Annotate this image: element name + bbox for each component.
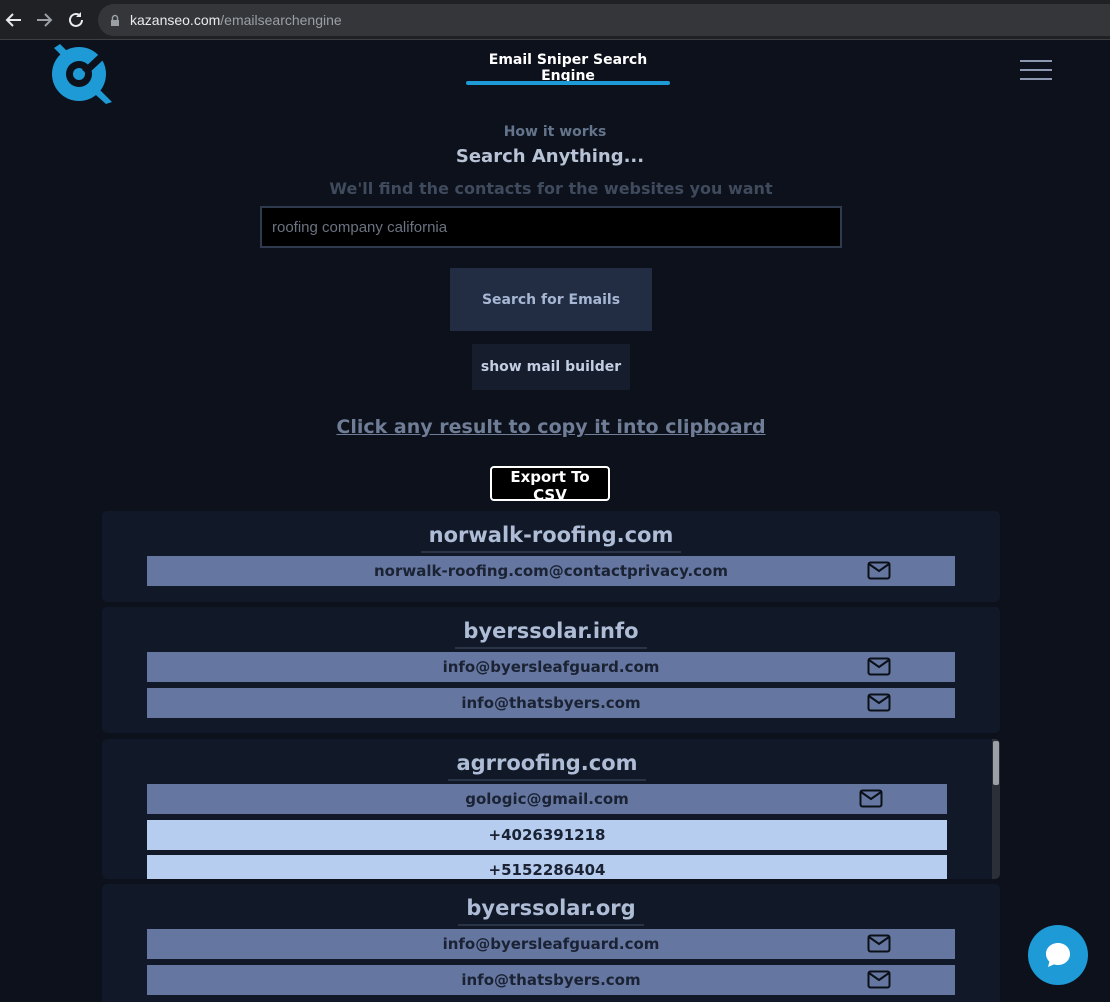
email-value: info@thatsbyers.com: [461, 971, 641, 989]
hamburger-menu-icon[interactable]: [1020, 60, 1054, 82]
email-row[interactable]: info@byersleafguard.com: [147, 652, 955, 682]
result-card: norwalk-roofing.com norwalk-roofing.com@…: [102, 511, 1000, 602]
show-mail-builder-button[interactable]: show mail builder: [472, 344, 630, 390]
phone-row[interactable]: +5152286404: [147, 855, 947, 879]
phone-row[interactable]: +4026391218: [147, 820, 947, 850]
mail-icon[interactable]: [867, 561, 891, 580]
email-row[interactable]: info@byersleafguard.com: [147, 929, 955, 959]
result-domain: norwalk-roofing.com: [420, 523, 682, 553]
email-value: info@thatsbyers.com: [461, 694, 641, 712]
email-value: info@byersleafguard.com: [442, 935, 660, 953]
result-domain: byerssolar.org: [458, 896, 644, 926]
email-row[interactable]: gologic@gmail.com: [147, 784, 947, 814]
phone-value: +4026391218: [488, 826, 606, 844]
search-heading: Search Anything...: [455, 146, 645, 167]
chat-bubble-icon[interactable]: [1028, 925, 1088, 985]
url-path: /emailsearchengine: [220, 12, 342, 28]
mail-icon[interactable]: [859, 789, 883, 808]
search-for-emails-button[interactable]: Search for Emails: [450, 268, 652, 331]
scrollbar-thumb[interactable]: [993, 741, 999, 785]
clipboard-hint: Click any result to copy it into clipboa…: [336, 416, 766, 438]
phone-value: +5152286404: [488, 861, 606, 879]
arrow-right-icon[interactable]: [32, 8, 56, 32]
result-card: byerssolar.info info@byersleafguard.com …: [102, 607, 1000, 733]
site-logo[interactable]: [48, 40, 116, 104]
result-card: byerssolar.org info@byersleafguard.com i…: [102, 884, 1000, 1002]
email-value: gologic@gmail.com: [465, 790, 629, 808]
title-underline: [466, 81, 670, 85]
result-domain: byerssolar.info: [455, 619, 647, 649]
email-value: norwalk-roofing.com@contactprivacy.com: [374, 562, 728, 580]
card-scrollbar[interactable]: [992, 739, 1000, 879]
address-bar[interactable]: kazanseo.com/emailsearchengine: [98, 4, 1110, 36]
search-subtitle: We'll find the contacts for the websites…: [329, 179, 773, 198]
arrow-left-icon[interactable]: [2, 8, 26, 32]
url-host: kazanseo.com: [130, 12, 221, 28]
reload-icon[interactable]: [64, 8, 88, 32]
export-csv-button[interactable]: Export To CSV: [490, 466, 610, 504]
mail-icon[interactable]: [867, 693, 891, 712]
mail-icon[interactable]: [867, 934, 891, 953]
mail-icon[interactable]: [867, 657, 891, 676]
browser-toolbar: kazanseo.com/emailsearchengine: [0, 0, 1110, 40]
result-card: agrroofing.com gologic@gmail.com +402639…: [102, 739, 1000, 879]
email-row[interactable]: info@thatsbyers.com: [147, 965, 955, 995]
site-title[interactable]: Email Sniper Search Engine: [466, 52, 670, 84]
email-value: info@byersleafguard.com: [442, 658, 660, 676]
how-it-works-link[interactable]: How it works: [0, 124, 1110, 140]
result-domain: agrroofing.com: [448, 751, 646, 781]
email-row[interactable]: norwalk-roofing.com@contactprivacy.com: [147, 556, 955, 586]
email-row[interactable]: info@thatsbyers.com: [147, 688, 955, 718]
search-input[interactable]: [260, 206, 842, 248]
lock-icon: [110, 14, 120, 27]
mail-icon[interactable]: [867, 970, 891, 989]
